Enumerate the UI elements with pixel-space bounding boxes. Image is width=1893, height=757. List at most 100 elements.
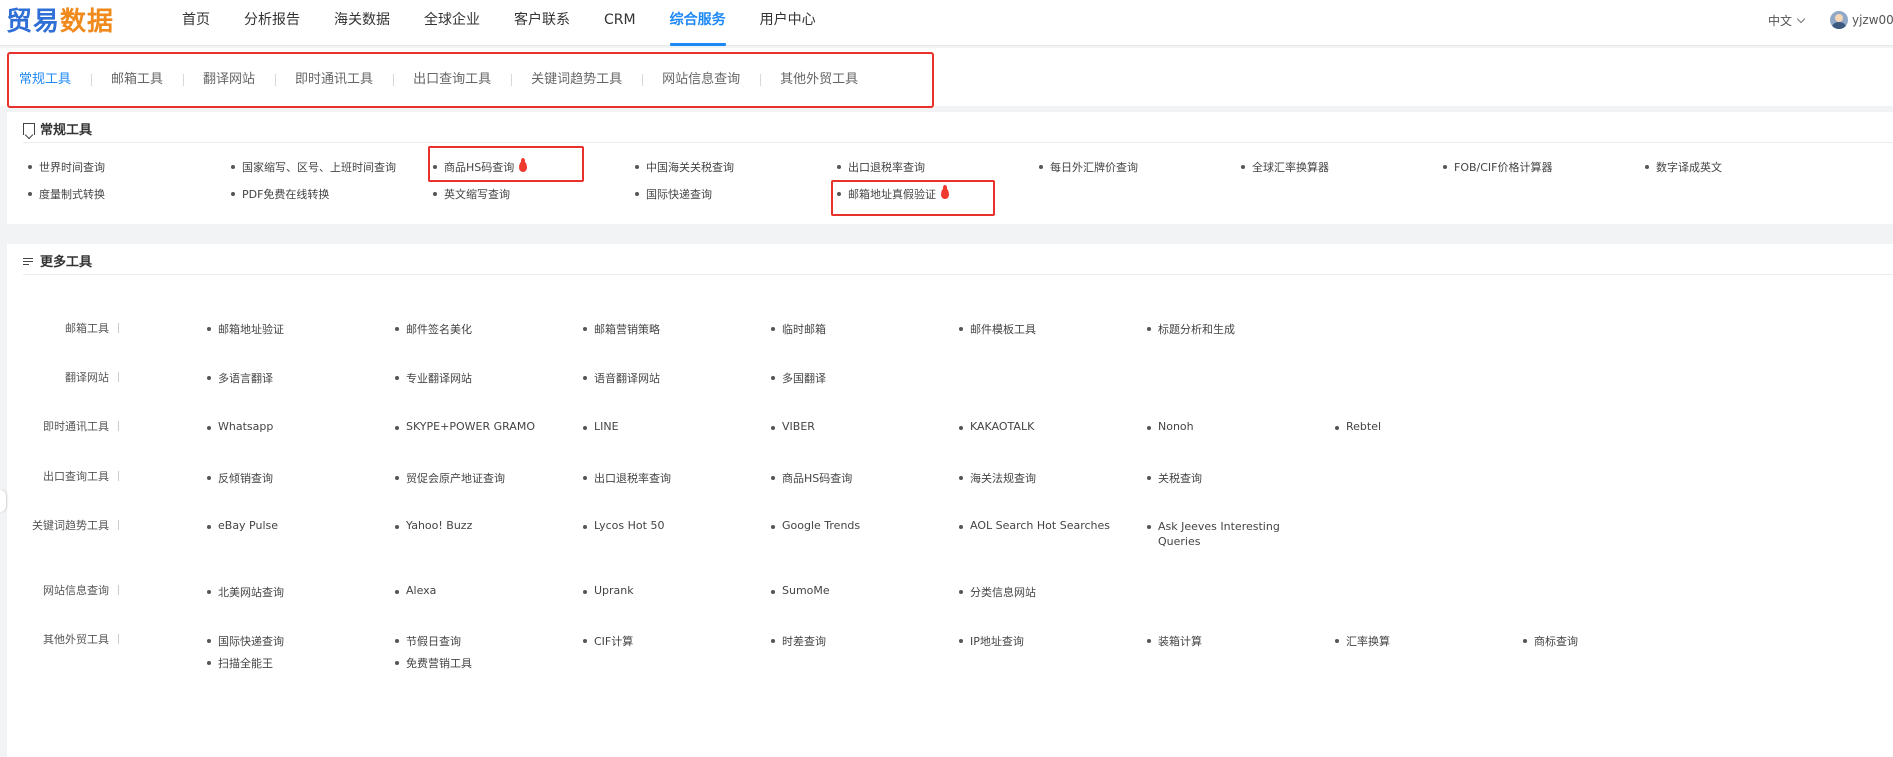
tab-im-tools[interactable]: 即时通讯工具 xyxy=(275,71,393,89)
tool-link[interactable]: 多国翻译 xyxy=(771,370,826,386)
nav-crm[interactable]: CRM xyxy=(604,0,636,46)
common-tools-title: 常规工具 xyxy=(23,119,92,138)
nav-home[interactable]: 首页 xyxy=(182,0,210,46)
language-label: 中文 xyxy=(1768,14,1793,28)
tool-link[interactable]: 反倾销查询 xyxy=(207,470,273,486)
tool-link[interactable]: 邮箱营销策略 xyxy=(583,321,660,337)
tool-link[interactable]: SKYPE+POWER GRAMO xyxy=(395,420,535,433)
tool-link[interactable]: AOL Search Hot Searches xyxy=(959,519,1110,532)
chevron-down-icon xyxy=(1796,14,1806,24)
highlight-box-email-verify xyxy=(831,180,995,216)
user-menu[interactable]: yjzw003 xyxy=(1830,11,1893,29)
tool-number-to-english[interactable]: 数字译成英文 xyxy=(1645,159,1722,175)
nav-integrated-services[interactable]: 综合服务 xyxy=(669,0,726,46)
tool-pdf-convert[interactable]: PDF免费在线转换 xyxy=(231,186,329,202)
nav-global-companies[interactable]: 全球企业 xyxy=(424,0,480,46)
tab-keyword-trend-tools[interactable]: 关键词趋势工具 xyxy=(511,71,642,89)
tool-link[interactable]: 分类信息网站 xyxy=(959,584,1036,600)
tool-abbreviation[interactable]: 英文缩写查询 xyxy=(433,186,510,202)
nav-analysis-report[interactable]: 分析报告 xyxy=(244,0,300,46)
category-label-email: 邮箱工具 xyxy=(65,320,119,336)
more-tools-title: 更多工具 xyxy=(23,251,92,270)
tool-world-time[interactable]: 世界时间查询 xyxy=(28,159,105,175)
top-navigation-bar: 贸易数据 首页 分析报告 海关数据 全球企业 客户联系 CRM 综合服务 用户中… xyxy=(0,0,1893,46)
tool-link[interactable]: Google Trends xyxy=(771,519,860,532)
tool-link[interactable]: 出口退税率查询 xyxy=(583,470,671,486)
tool-link[interactable]: 贸促会原产地证查询 xyxy=(395,470,505,486)
tool-link[interactable]: 商品HS码查询 xyxy=(771,470,852,486)
logo-text-part1: 贸易 xyxy=(6,7,61,37)
category-label-im: 即时通讯工具 xyxy=(43,418,119,434)
tool-link[interactable]: 关税查询 xyxy=(1147,470,1202,486)
category-label-other: 其他外贸工具 xyxy=(43,631,119,647)
tab-email-tools[interactable]: 邮箱工具 xyxy=(91,71,183,89)
more-tools-panel: 更多工具 邮箱工具 邮箱地址验证 邮件签名美化 邮箱营销策略 临时邮箱 邮件模板… xyxy=(7,244,1893,757)
tool-link[interactable]: Ask Jeeves Interesting Queries xyxy=(1147,519,1297,549)
category-label-keyword: 关键词趋势工具 xyxy=(32,517,119,533)
tool-link[interactable]: 汇率换算 xyxy=(1335,633,1390,649)
tab-export-query-tools[interactable]: 出口查询工具 xyxy=(393,71,511,89)
tool-fob-cif[interactable]: FOB/CIF价格计算器 xyxy=(1443,159,1553,175)
tool-link[interactable]: 邮件签名美化 xyxy=(395,321,472,337)
tool-link[interactable]: 邮件模板工具 xyxy=(959,321,1036,337)
tool-link[interactable]: 国际快递查询 xyxy=(207,633,284,649)
logo[interactable]: 贸易数据 xyxy=(6,4,114,40)
tool-link[interactable]: CIF计算 xyxy=(583,633,633,649)
tool-link[interactable]: 北美网站查询 xyxy=(207,584,284,600)
tab-translation-sites[interactable]: 翻译网站 xyxy=(183,71,275,89)
tool-link[interactable]: 多语言翻译 xyxy=(207,370,273,386)
tool-link[interactable]: LINE xyxy=(583,420,619,433)
tool-link[interactable]: 专业翻译网站 xyxy=(395,370,472,386)
tool-link[interactable]: VIBER xyxy=(771,420,815,433)
nav-customer-contact[interactable]: 客户联系 xyxy=(514,0,570,46)
tool-link[interactable]: 邮箱地址验证 xyxy=(207,321,284,337)
tool-unit-conversion[interactable]: 度量制式转换 xyxy=(28,186,105,202)
tool-link[interactable]: 节假日查询 xyxy=(395,633,461,649)
tool-link[interactable]: IP地址查询 xyxy=(959,633,1024,649)
tab-common-tools[interactable]: 常规工具 xyxy=(19,71,91,89)
tool-link[interactable]: Yahoo! Buzz xyxy=(395,519,472,532)
category-label-translation: 翻译网站 xyxy=(65,369,119,385)
tool-link[interactable]: Uprank xyxy=(583,584,634,597)
divider xyxy=(23,274,1893,275)
tool-currency-converter[interactable]: 全球汇率换算器 xyxy=(1241,159,1329,175)
main-nav: 首页 分析报告 海关数据 全球企业 客户联系 CRM 综合服务 用户中心 xyxy=(182,0,850,46)
side-drawer-handle[interactable] xyxy=(0,490,6,512)
tab-website-info-query[interactable]: 网站信息查询 xyxy=(642,71,760,89)
language-selector[interactable]: 中文 xyxy=(1768,12,1806,29)
tool-link[interactable]: Alexa xyxy=(395,584,436,597)
tool-china-tariff[interactable]: 中国海关关税查询 xyxy=(635,159,734,175)
category-label-export: 出口查询工具 xyxy=(43,468,119,484)
tool-category-tabs: 常规工具 邮箱工具 翻译网站 即时通讯工具 出口查询工具 关键词趋势工具 网站信… xyxy=(0,48,1893,108)
common-tools-panel: 常规工具 世界时间查询 国家缩写、区号、上班时间查询 商品HS码查询 中国海关关… xyxy=(7,112,1893,224)
tool-link[interactable]: 免费营销工具 xyxy=(395,655,472,671)
bookmark-icon xyxy=(23,122,35,135)
tool-country-code[interactable]: 国家缩写、区号、上班时间查询 xyxy=(231,159,396,175)
tool-link[interactable]: 语音翻译网站 xyxy=(583,370,660,386)
tab-other-trade-tools[interactable]: 其他外贸工具 xyxy=(760,71,878,89)
tool-link[interactable]: Lycos Hot 50 xyxy=(583,519,664,532)
category-label-website: 网站信息查询 xyxy=(43,582,119,598)
nav-customs-data[interactable]: 海关数据 xyxy=(334,0,390,46)
tool-express-tracking[interactable]: 国际快递查询 xyxy=(635,186,712,202)
tool-export-rebate[interactable]: 出口退税率查询 xyxy=(837,159,925,175)
tool-link[interactable]: 装箱计算 xyxy=(1147,633,1202,649)
tool-link[interactable]: KAKAOTALK xyxy=(959,420,1034,433)
tabs-highlight-box: 常规工具 邮箱工具 翻译网站 即时通讯工具 出口查询工具 关键词趋势工具 网站信… xyxy=(7,52,934,108)
tool-link[interactable]: 时差查询 xyxy=(771,633,826,649)
tool-link[interactable]: SumoMe xyxy=(771,584,830,597)
tool-link[interactable]: 扫描全能王 xyxy=(207,655,273,671)
divider xyxy=(23,142,1893,143)
tool-link[interactable]: 商标查询 xyxy=(1523,633,1578,649)
tool-link[interactable]: 标题分析和生成 xyxy=(1147,321,1235,337)
tool-link[interactable]: Whatsapp xyxy=(207,420,273,433)
panel-title-text: 更多工具 xyxy=(40,255,93,270)
tool-link[interactable]: Nonoh xyxy=(1147,420,1194,433)
tool-link[interactable]: Rebtel xyxy=(1335,420,1381,433)
tool-exchange-rate[interactable]: 每日外汇牌价查询 xyxy=(1039,159,1138,175)
nav-user-center[interactable]: 用户中心 xyxy=(760,0,816,46)
tool-link[interactable]: eBay Pulse xyxy=(207,519,278,532)
tool-link[interactable]: 临时邮箱 xyxy=(771,321,826,337)
avatar xyxy=(1830,11,1848,29)
tool-link[interactable]: 海关法规查询 xyxy=(959,470,1036,486)
